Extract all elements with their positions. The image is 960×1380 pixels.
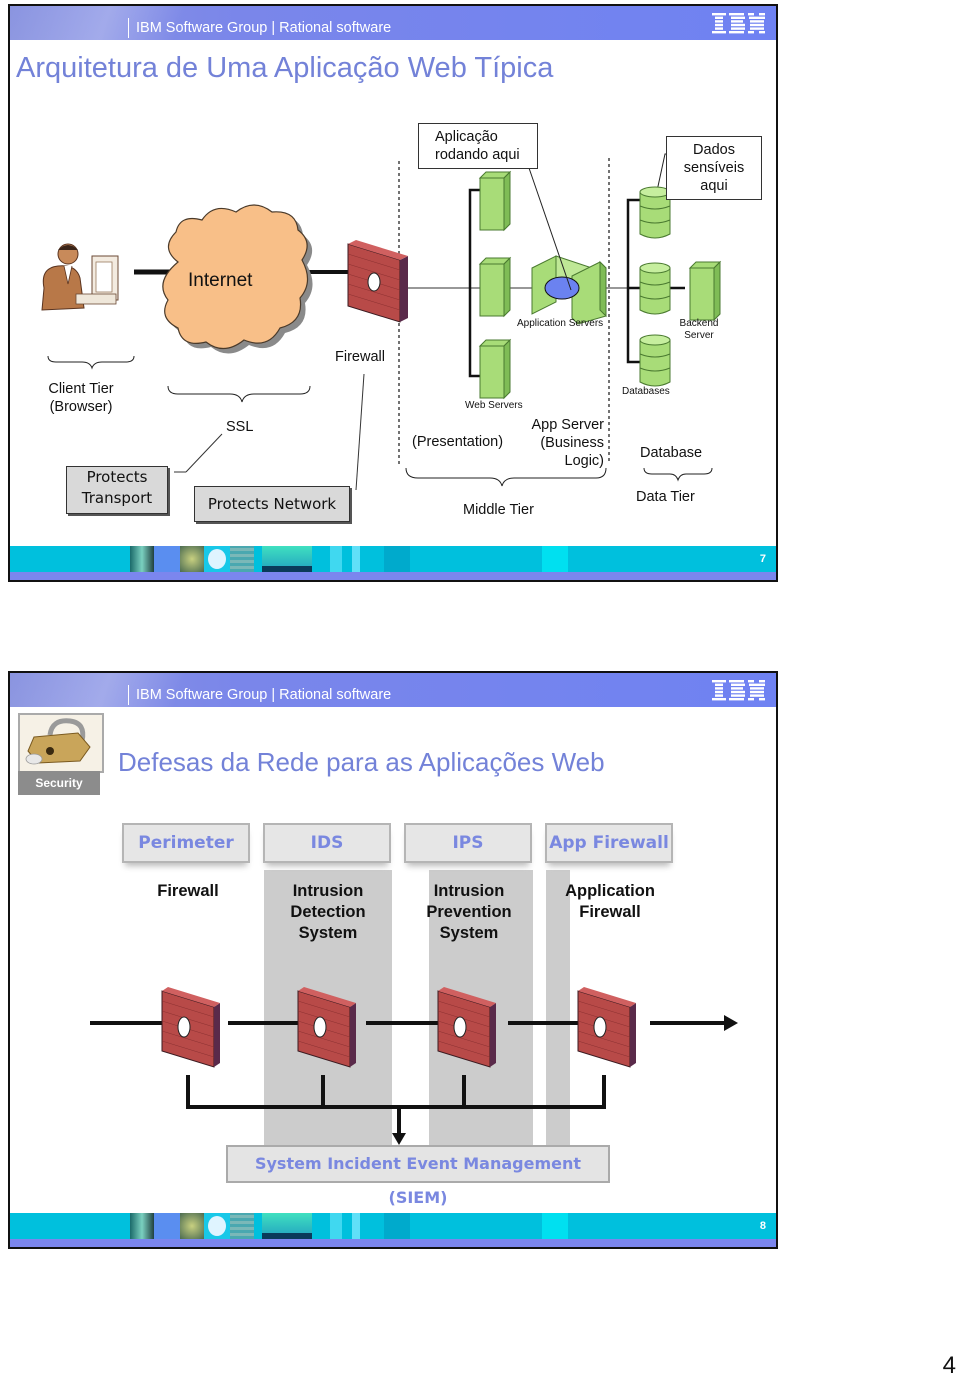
database-icon <box>639 262 671 315</box>
ids-firewall-icon <box>297 986 357 1068</box>
siem-connector <box>186 1075 606 1135</box>
callout-data-line-3: aqui <box>700 178 728 194</box>
backend-label-line-1: Backend <box>679 318 719 329</box>
protects-transport-line-2: Transport <box>81 489 153 507</box>
callout-data-line-2: sensíveis <box>683 160 745 176</box>
footer-image-tile <box>542 546 568 572</box>
application-servers-label: Application Servers <box>517 318 604 329</box>
databases-label: Databases <box>622 386 670 397</box>
client-tier-line-1: Client Tier <box>48 381 114 397</box>
web-servers-label: Web Servers <box>465 400 523 411</box>
footer-image-tile <box>154 1213 180 1239</box>
data-tier-label: Data Tier <box>636 489 695 505</box>
footer-image-tile <box>384 1213 410 1239</box>
slide-footer: 8 <box>10 1213 776 1247</box>
web-server-icon <box>478 170 512 232</box>
footer-image-tile <box>330 546 342 572</box>
app-firewall-icon <box>577 986 637 1068</box>
protects-network-box: Protects Network <box>194 486 350 522</box>
app-server-line-1: App Server <box>531 417 604 433</box>
middle-tier-label: Middle Tier <box>463 502 534 518</box>
document-page-number: 4 <box>942 1352 956 1379</box>
web-server-icon <box>478 338 512 400</box>
callout-application-line-1: Aplicação <box>435 129 498 145</box>
firewall-label: Firewall <box>335 349 385 365</box>
footer-image-tile <box>130 546 154 572</box>
client-tier-label: Client Tier (Browser) <box>36 380 126 416</box>
footer-image-tile <box>130 1213 154 1239</box>
footer-image-tile <box>384 546 410 572</box>
database-icon <box>639 334 671 387</box>
app-server-label: App Server (Business Logic) <box>524 416 604 470</box>
callout-application-line-2: rodando aqui <box>435 147 520 163</box>
slide-page-number: 7 <box>759 553 766 565</box>
protects-transport-box: Protects Transport <box>66 466 168 514</box>
slide-7: IBM Software Group | Rational software A… <box>8 4 778 582</box>
footer-image-tile <box>180 1213 204 1239</box>
backend-label-line-2: Server <box>684 330 714 341</box>
footer-image-tile <box>204 1213 230 1239</box>
application-highlight-ellipse <box>544 276 580 300</box>
callout-data-line-1: Dados <box>693 142 735 158</box>
footer-image-tile <box>262 546 312 572</box>
protects-transport-line-1: Protects <box>86 468 148 486</box>
web-server-icon <box>478 256 512 318</box>
footer-image-tile <box>352 546 360 572</box>
slide-8: IBM Software Group | Rational software S… <box>8 671 778 1249</box>
app-server-line-2: (Business <box>540 435 604 451</box>
ssl-label: SSL <box>226 419 254 435</box>
internet-label: Internet <box>188 270 253 291</box>
footer-image-tile <box>542 1213 568 1239</box>
ips-firewall-icon <box>437 986 497 1068</box>
backend-server-label: Backend Server <box>674 318 724 342</box>
footer-image-tile <box>154 546 180 572</box>
backend-server-icon <box>688 260 722 322</box>
app-server-line-3: Logic) <box>564 453 605 469</box>
footer-image-tile <box>230 1213 254 1239</box>
database-label: Database <box>640 445 703 461</box>
siem-box: System Incident Event Management (SIEM) <box>226 1145 610 1207</box>
callout-application: Aplicação rodando aqui <box>418 123 538 169</box>
footer-image-tile <box>352 1213 360 1239</box>
footer-image-tile <box>230 546 254 572</box>
client-user-icon <box>41 243 119 311</box>
presentation-label: (Presentation) <box>412 434 504 450</box>
callout-sensitive-data: Dados sensíveis aqui <box>666 136 762 200</box>
footer-image-tile <box>330 1213 342 1239</box>
footer-image-tile <box>204 546 230 572</box>
footer-image-tile <box>180 546 204 572</box>
slide-page-number: 8 <box>759 1220 766 1232</box>
slide-footer: 7 <box>10 546 776 580</box>
client-tier-line-2: (Browser) <box>49 399 113 415</box>
footer-image-tile <box>262 1213 312 1239</box>
perimeter-firewall-icon <box>161 986 221 1068</box>
